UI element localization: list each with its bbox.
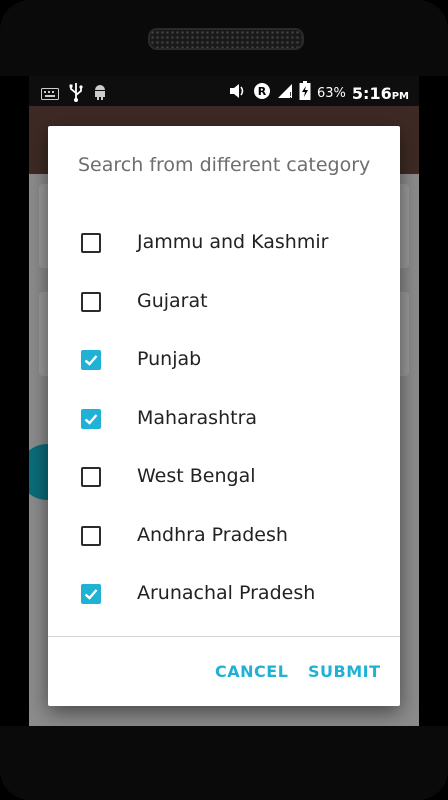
speaker-grille xyxy=(148,28,304,50)
checkmark-icon xyxy=(84,589,98,600)
option-label: Gujarat xyxy=(137,289,208,312)
roaming-icon: R xyxy=(253,82,271,104)
phone-bezel-bottom xyxy=(0,726,448,800)
checkbox-unchecked[interactable] xyxy=(81,291,101,312)
clock-ampm: PM xyxy=(391,90,409,102)
option-label: West Bengal xyxy=(137,465,256,487)
dialog-divider xyxy=(48,636,400,637)
keyboard-icon xyxy=(41,85,59,104)
checkbox-checked[interactable] xyxy=(81,584,101,604)
category-option[interactable]: Andhra Pradesh xyxy=(48,507,400,565)
checkbox-checked[interactable] xyxy=(81,408,101,429)
checkbox-unchecked[interactable] xyxy=(81,467,101,487)
cancel-button[interactable]: CANCEL xyxy=(209,658,294,685)
option-label: Maharashtra xyxy=(137,406,258,429)
option-label: Punjab xyxy=(137,348,202,370)
svg-text:R: R xyxy=(258,85,267,98)
option-label: Jammu and Kashmir xyxy=(137,231,329,253)
dialog-title: Search from different category xyxy=(78,154,371,176)
category-option[interactable]: Jammu and Kashmir xyxy=(48,214,400,272)
category-option[interactable]: West Bengal xyxy=(48,448,400,506)
checkbox-unchecked[interactable] xyxy=(81,233,101,253)
checkmark-icon xyxy=(84,413,98,425)
status-bar: R ! 63% 5:16PM xyxy=(29,76,419,106)
battery-percent: 63% xyxy=(317,85,346,101)
svg-text:!: ! xyxy=(289,91,292,99)
submit-button[interactable]: SUBMIT xyxy=(302,658,387,685)
usb-icon xyxy=(69,82,83,106)
checkmark-icon xyxy=(84,355,98,366)
category-option[interactable]: Maharashtra xyxy=(48,390,400,448)
category-option[interactable]: Gujarat xyxy=(48,273,400,331)
battery-charging-icon xyxy=(299,81,311,105)
clock-time: 5:16 xyxy=(351,83,392,103)
android-icon xyxy=(93,83,107,105)
volume-icon xyxy=(229,83,247,103)
option-label: Arunachal Pradesh xyxy=(137,582,316,604)
category-dialog: Search from different category Jammu and… xyxy=(48,126,400,706)
checkbox-checked[interactable] xyxy=(81,350,101,370)
clock: 5:16PM xyxy=(352,84,409,103)
signal-icon: ! xyxy=(277,83,293,103)
option-label: Andhra Pradesh xyxy=(137,523,288,546)
category-option[interactable]: Arunachal Pradesh xyxy=(48,565,400,623)
checkbox-unchecked[interactable] xyxy=(81,525,101,546)
category-option[interactable]: Punjab xyxy=(48,331,400,389)
phone-bezel-top xyxy=(0,0,448,76)
